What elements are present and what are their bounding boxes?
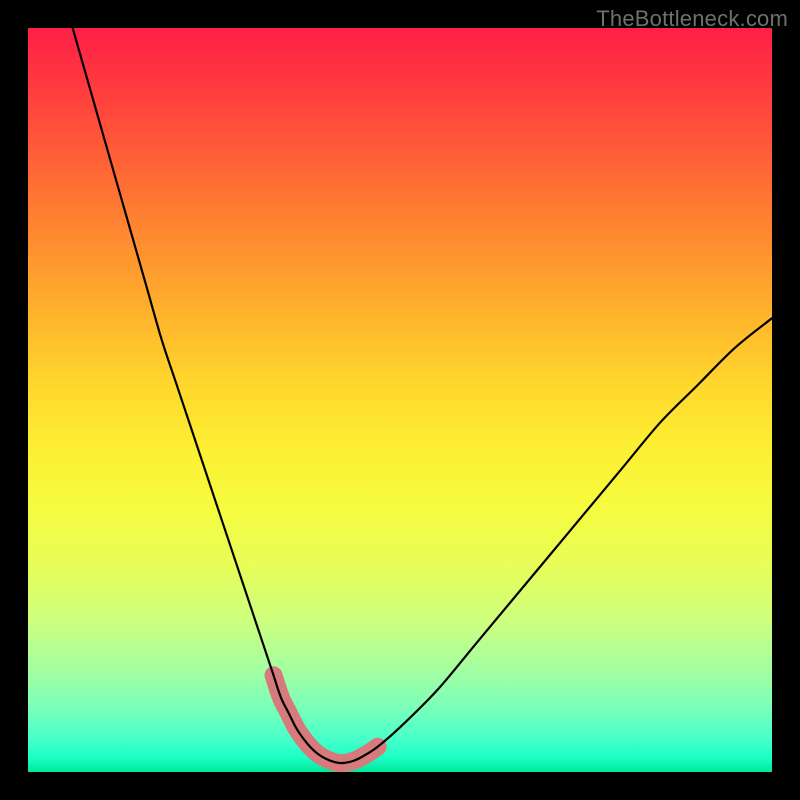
chart-frame: TheBottleneck.com — [0, 0, 800, 800]
curve-svg — [28, 28, 772, 772]
bottleneck-curve-path — [73, 28, 772, 763]
watermark-text: TheBottleneck.com — [596, 6, 788, 32]
plot-area — [28, 28, 772, 772]
highlight-band-path — [274, 675, 378, 763]
